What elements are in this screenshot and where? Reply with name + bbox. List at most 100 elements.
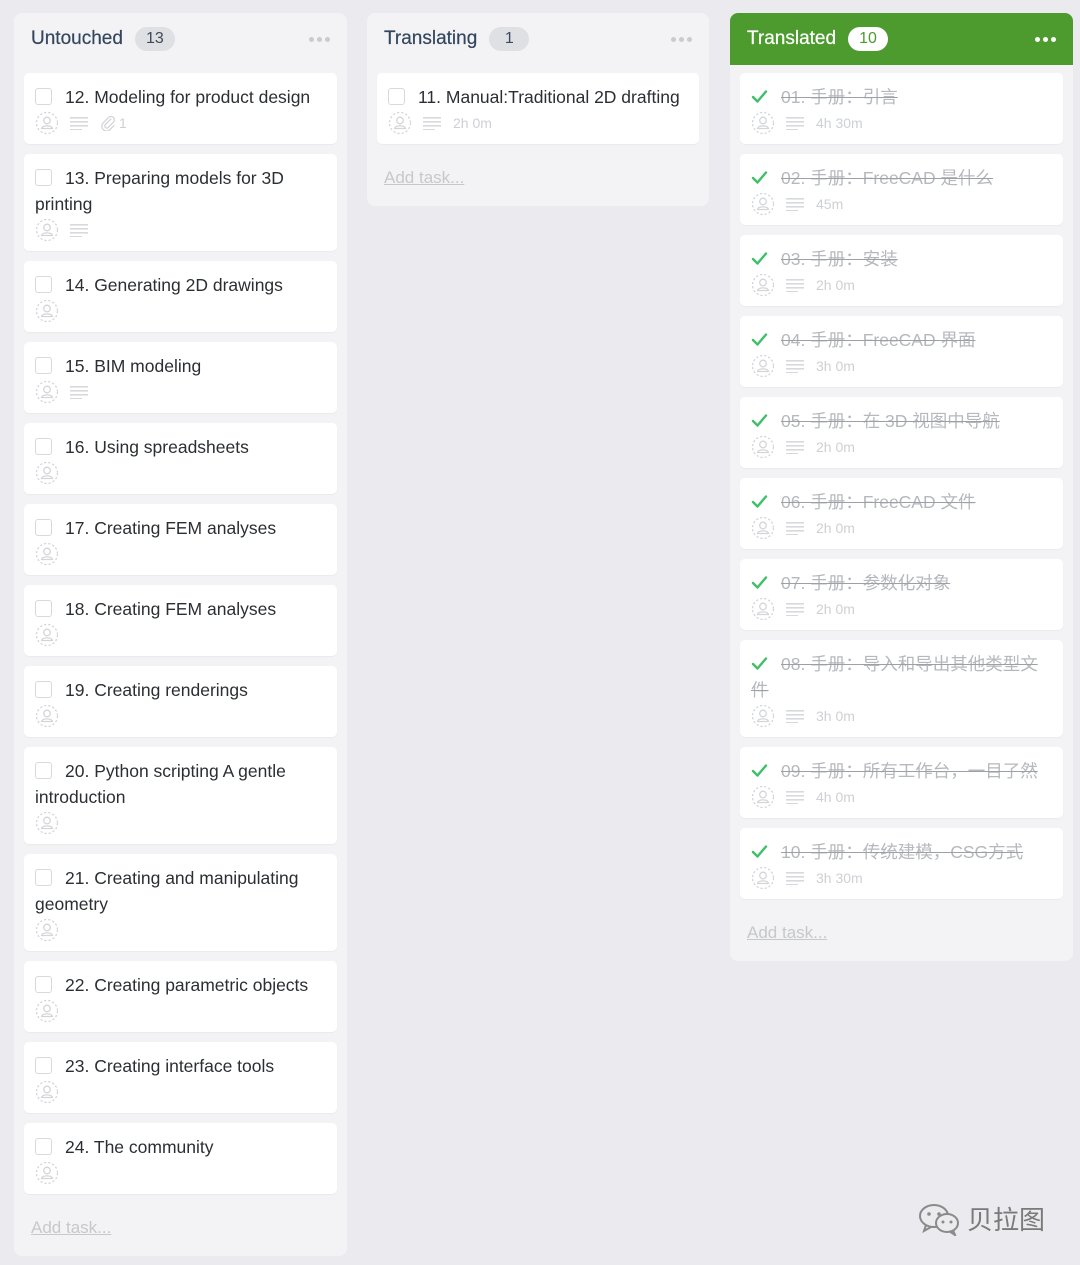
column-translated: Translated 10 01. 手册：引言 4h 30m 02. 手册：FreeCA… <box>730 13 1073 961</box>
time-estimate: 4h 30m <box>816 115 863 131</box>
task-title-row: 17. Creating FEM analyses <box>35 515 325 541</box>
card-list: 12. Modeling for product design 1 13. Prep… <box>14 65 347 1194</box>
card-list: 11. Manual:Traditional 2D drafting 2h 0m <box>367 65 709 144</box>
task-card[interactable]: 04. 手册：FreeCAD 界面 3h 0m <box>740 316 1063 387</box>
task-card[interactable]: 23. Creating interface tools <box>24 1042 337 1113</box>
task-card[interactable]: 06. 手册：FreeCAD 文件 2h 0m <box>740 478 1063 549</box>
task-title-row: 24. The community <box>35 1134 325 1160</box>
column-title: Untouched <box>31 28 123 49</box>
checkmark-icon <box>751 576 768 589</box>
add-task-link[interactable]: Add task... <box>367 154 709 206</box>
task-card[interactable]: 02. 手册：FreeCAD 是什么 45m <box>740 154 1063 225</box>
task-title: 10. 手册：传统建模，CSG方式 <box>781 842 1024 862</box>
watermark-text: 贝拉图 <box>966 1205 1045 1235</box>
task-checkbox[interactable] <box>35 681 52 698</box>
task-card[interactable]: 20. Python scripting A gentle introducti… <box>24 747 337 844</box>
add-task-link[interactable]: Add task... <box>14 1204 347 1256</box>
task-card[interactable]: 14. Generating 2D drawings <box>24 261 337 332</box>
task-card[interactable]: 19. Creating renderings <box>24 666 337 737</box>
avatar-icon <box>35 380 59 404</box>
checkmark-icon <box>751 414 768 427</box>
avatar-icon <box>35 461 59 485</box>
task-card[interactable]: 09. 手册：所有工作台，一目了然 4h 0m <box>740 747 1063 818</box>
task-card[interactable]: 17. Creating FEM analyses <box>24 504 337 575</box>
avatar-icon <box>751 192 775 216</box>
task-title: 12. Modeling for product design <box>65 87 311 107</box>
more-options-icon <box>308 36 330 42</box>
task-checkbox[interactable] <box>35 762 52 779</box>
task-title: 07. 手册：参数化对象 <box>781 573 951 593</box>
task-title: 21. Creating and manipulating geometry <box>35 868 299 914</box>
task-title-row: 05. 手册：在 3D 视图中导航 <box>751 408 1051 434</box>
task-card[interactable]: 03. 手册：安装 2h 0m <box>740 235 1063 306</box>
more-options-icon <box>670 36 692 42</box>
task-card[interactable]: 16. Using spreadsheets <box>24 423 337 494</box>
task-checkbox[interactable] <box>35 1138 52 1155</box>
task-title: 18. Creating FEM analyses <box>65 599 277 619</box>
time-estimate: 2h 0m <box>816 601 855 617</box>
task-title-row: 03. 手册：安装 <box>751 246 1051 272</box>
task-title-row: 18. Creating FEM analyses <box>35 596 325 622</box>
description-icon <box>423 117 441 130</box>
task-title-row: 15. BIM modeling <box>35 353 325 379</box>
attachment-count: 1 <box>119 115 127 131</box>
column-title: Translated <box>747 28 837 49</box>
column-menu-button[interactable] <box>1031 29 1059 49</box>
task-checkbox[interactable] <box>35 600 52 617</box>
time-estimate: 4h 0m <box>816 789 855 805</box>
task-card[interactable]: 24. The community <box>24 1123 337 1194</box>
task-checkbox[interactable] <box>35 88 52 105</box>
column-menu-button[interactable] <box>667 29 695 49</box>
task-meta <box>35 218 325 242</box>
task-title-row: 16. Using spreadsheets <box>35 434 325 460</box>
task-card[interactable]: 05. 手册：在 3D 视图中导航 2h 0m <box>740 397 1063 468</box>
task-title-row: 07. 手册：参数化对象 <box>751 570 1051 596</box>
task-title: 19. Creating renderings <box>65 680 248 700</box>
checkmark-icon <box>751 495 768 508</box>
task-card[interactable]: 15. BIM modeling <box>24 342 337 413</box>
task-checkbox[interactable] <box>35 976 52 993</box>
task-title: 02. 手册：FreeCAD 是什么 <box>781 168 993 188</box>
task-card[interactable]: 21. Creating and manipulating geometry <box>24 854 337 951</box>
time-estimate: 2h 0m <box>453 115 492 131</box>
task-card[interactable]: 12. Modeling for product design 1 <box>24 73 337 144</box>
task-title: 11. Manual:Traditional 2D drafting <box>418 87 680 107</box>
add-task-link[interactable]: Add task... <box>730 909 1073 961</box>
checkmark-icon <box>751 845 768 858</box>
description-icon <box>70 224 88 237</box>
time-estimate: 3h 30m <box>816 870 863 886</box>
task-title: 15. BIM modeling <box>65 356 202 376</box>
avatar-icon <box>35 623 59 647</box>
task-title: 24. The community <box>65 1137 214 1157</box>
task-checkbox[interactable] <box>35 276 52 293</box>
task-meta <box>35 1161 325 1185</box>
task-meta: 2h 0m <box>751 597 1051 621</box>
more-options-icon <box>1034 36 1056 42</box>
time-estimate: 45m <box>816 196 844 212</box>
task-checkbox[interactable] <box>35 357 52 374</box>
checkmark-icon <box>751 764 768 777</box>
task-card[interactable]: 10. 手册：传统建模，CSG方式 3h 30m <box>740 828 1063 899</box>
task-card[interactable]: 13. Preparing models for 3D printing <box>24 154 337 251</box>
task-card[interactable]: 01. 手册：引言 4h 30m <box>740 73 1063 144</box>
task-meta <box>35 918 325 942</box>
avatar-icon <box>751 597 775 621</box>
task-card[interactable]: 07. 手册：参数化对象 2h 0m <box>740 559 1063 630</box>
task-checkbox[interactable] <box>35 519 52 536</box>
task-checkbox[interactable] <box>35 438 52 455</box>
task-card[interactable]: 22. Creating parametric objects <box>24 961 337 1032</box>
avatar-icon <box>751 435 775 459</box>
column-menu-button[interactable] <box>305 29 333 49</box>
task-count-badge: 10 <box>848 27 889 51</box>
task-title: 08. 手册：导入和导出其他类型文件 <box>751 654 1038 700</box>
task-card[interactable]: 18. Creating FEM analyses <box>24 585 337 656</box>
task-checkbox[interactable] <box>35 1057 52 1074</box>
task-checkbox[interactable] <box>388 88 405 105</box>
task-card[interactable]: 08. 手册：导入和导出其他类型文件 3h 0m <box>740 640 1063 737</box>
avatar-icon <box>751 704 775 728</box>
task-meta: 1 <box>35 111 325 135</box>
task-checkbox[interactable] <box>35 869 52 886</box>
task-card[interactable]: 11. Manual:Traditional 2D drafting 2h 0m <box>377 73 699 144</box>
task-checkbox[interactable] <box>35 169 52 186</box>
description-icon <box>786 522 804 535</box>
